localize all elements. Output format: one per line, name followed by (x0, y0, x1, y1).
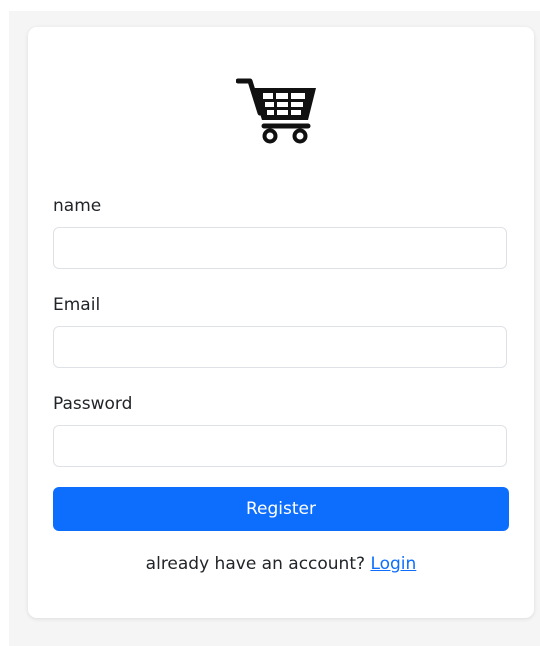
name-input[interactable] (53, 227, 507, 269)
register-card: name Email Password Register already hav… (28, 27, 534, 618)
login-link[interactable]: Login (370, 554, 416, 574)
register-button[interactable]: Register (53, 487, 509, 531)
login-prompt-text: already have an account? (145, 554, 366, 574)
password-label: Password (53, 394, 133, 414)
shopping-cart-icon (236, 78, 316, 144)
email-input[interactable] (53, 326, 507, 368)
name-label: name (53, 196, 102, 216)
email-label: Email (53, 295, 101, 315)
password-input[interactable] (53, 425, 507, 467)
login-prompt: already have an account? Login (28, 554, 534, 574)
